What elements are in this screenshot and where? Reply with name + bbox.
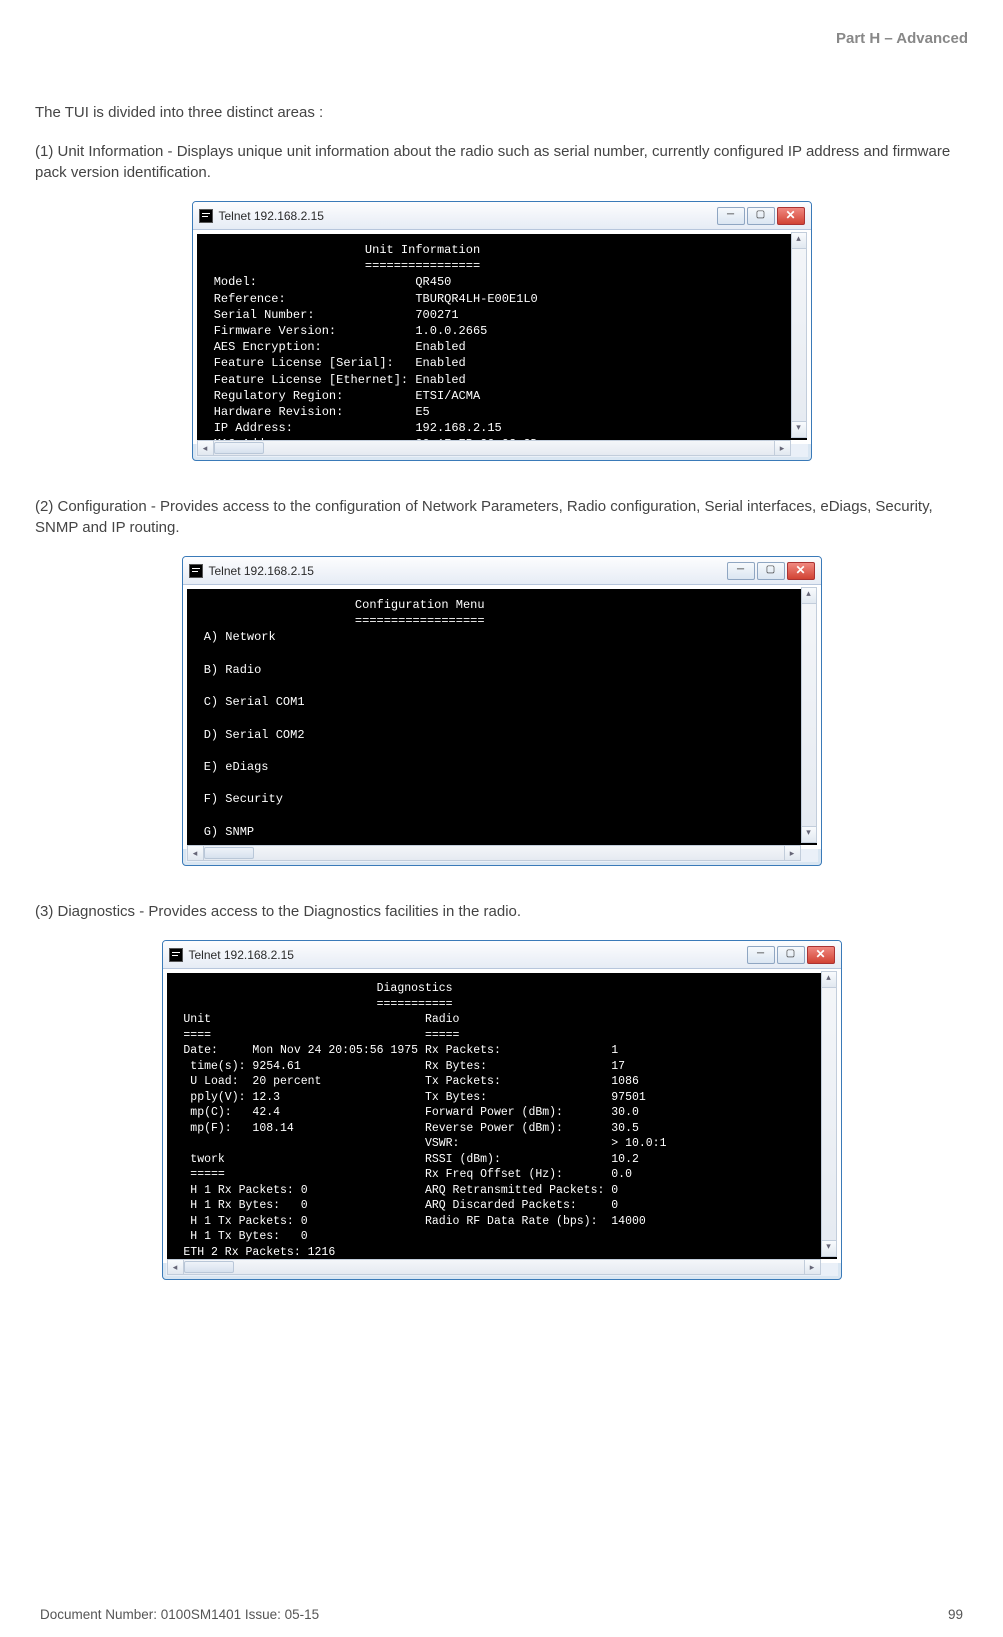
terminal-icon	[189, 564, 203, 578]
paragraph-3: (3) Diagnostics - Provides access to the…	[35, 901, 968, 922]
scrollbar-vertical[interactable]: ▴▾	[791, 232, 807, 438]
page-footer: Document Number: 0100SM1401 Issue: 05-15…	[40, 1607, 963, 1622]
minimize-button[interactable]: ─	[727, 562, 755, 580]
window-title: Telnet 192.168.2.15	[189, 948, 747, 962]
scrollbar-horizontal[interactable]: ◂▸	[167, 1259, 821, 1275]
window-title: Telnet 192.168.2.15	[219, 209, 717, 223]
close-button[interactable]: ✕	[777, 207, 805, 225]
minimize-button[interactable]: ─	[747, 946, 775, 964]
titlebar: Telnet 192.168.2.15 ─ ▢ ✕	[163, 941, 841, 969]
terminal-output: Diagnostics =========== Unit Radio ==== …	[167, 973, 837, 1259]
footer-left: Document Number: 0100SM1401 Issue: 05-15	[40, 1607, 319, 1622]
window-unit-info: Telnet 192.168.2.15 ─ ▢ ✕ Unit Informati…	[192, 201, 812, 461]
terminal-output: Unit Information ================ Model:…	[197, 234, 807, 440]
close-button[interactable]: ✕	[807, 946, 835, 964]
paragraph-2: (2) Configuration - Provides access to t…	[35, 496, 968, 538]
maximize-button[interactable]: ▢	[757, 562, 785, 580]
minimize-button[interactable]: ─	[717, 207, 745, 225]
window-diagnostics: Telnet 192.168.2.15 ─ ▢ ✕ Diagnostics ==…	[162, 940, 842, 1280]
titlebar: Telnet 192.168.2.15 ─ ▢ ✕	[193, 202, 811, 230]
section-header: Part H – Advanced	[35, 30, 968, 47]
scrollbar-vertical[interactable]: ▴▾	[801, 587, 817, 843]
titlebar: Telnet 192.168.2.15 ─ ▢ ✕	[183, 557, 821, 585]
maximize-button[interactable]: ▢	[777, 946, 805, 964]
window-title: Telnet 192.168.2.15	[209, 564, 727, 578]
close-button[interactable]: ✕	[787, 562, 815, 580]
maximize-button[interactable]: ▢	[747, 207, 775, 225]
scrollbar-horizontal[interactable]: ◂▸	[197, 440, 791, 456]
intro-line: The TUI is divided into three distinct a…	[35, 102, 968, 123]
scrollbar-horizontal[interactable]: ◂▸	[187, 845, 801, 861]
terminal-output: Configuration Menu ================== A)…	[187, 589, 817, 845]
paragraph-1: (1) Unit Information - Displays unique u…	[35, 141, 968, 183]
terminal-icon	[169, 948, 183, 962]
scrollbar-vertical[interactable]: ▴▾	[821, 971, 837, 1257]
terminal-icon	[199, 209, 213, 223]
footer-page-number: 99	[948, 1607, 963, 1622]
window-config-menu: Telnet 192.168.2.15 ─ ▢ ✕ Configuration …	[182, 556, 822, 866]
